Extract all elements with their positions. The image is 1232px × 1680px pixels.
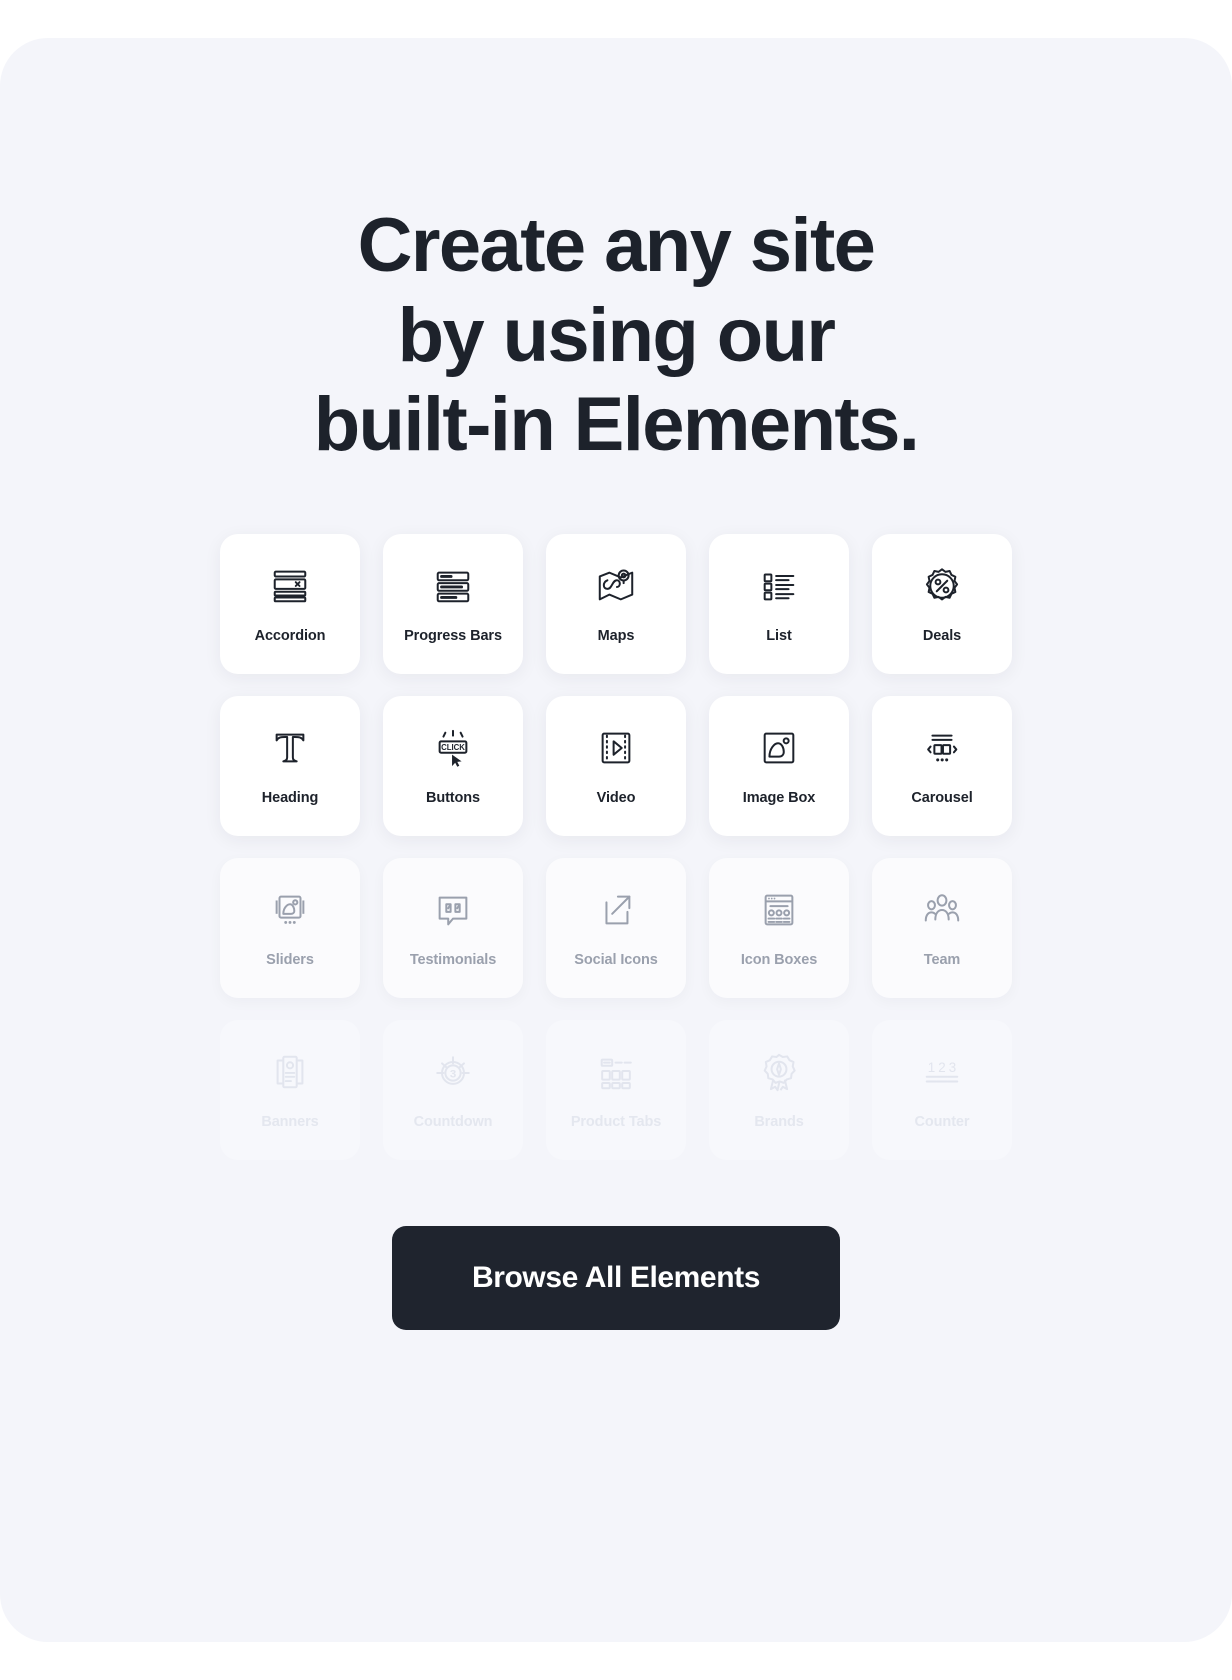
heading-icon xyxy=(268,726,312,770)
element-card-label: Progress Bars xyxy=(404,628,502,645)
brands-badge-icon xyxy=(757,1050,801,1094)
element-card-label: Maps xyxy=(597,628,635,645)
element-card-label: Social Icons xyxy=(574,952,658,969)
element-card-label: Banners xyxy=(261,1114,319,1131)
element-card-label: Image Box xyxy=(742,790,816,807)
team-people-icon xyxy=(920,888,964,932)
element-card-label: Carousel xyxy=(911,790,973,807)
element-card-label: Icon Boxes xyxy=(740,952,818,969)
maps-icon xyxy=(594,564,638,608)
banners-icon xyxy=(268,1050,312,1094)
element-card-list[interactable]: List xyxy=(709,534,849,675)
icon-boxes-icon xyxy=(757,888,801,932)
element-card-brands[interactable]: Brands xyxy=(709,1020,849,1161)
element-card-heading[interactable]: Heading xyxy=(220,696,360,837)
element-card-label: Sliders xyxy=(266,952,314,969)
cta-container: Browse All Elements xyxy=(0,1226,1232,1331)
element-card-team[interactable]: Team xyxy=(872,858,1012,999)
element-card-label: Product Tabs xyxy=(570,1114,662,1131)
element-card-banners[interactable]: Banners xyxy=(220,1020,360,1161)
element-card-label: Testimonials xyxy=(409,952,497,969)
element-card-label: Buttons xyxy=(425,790,481,807)
elements-section-panel: Create any site by using our built-in El… xyxy=(0,38,1232,1642)
element-card-label: Counter xyxy=(914,1114,970,1131)
accordion-icon xyxy=(268,564,312,608)
element-card-buttons[interactable]: Buttons xyxy=(383,696,523,837)
product-tabs-icon xyxy=(594,1050,638,1094)
element-card-countdown[interactable]: Countdown xyxy=(383,1020,523,1161)
list-icon xyxy=(757,564,801,608)
carousel-icon xyxy=(920,726,964,770)
counter-123-icon xyxy=(920,1050,964,1094)
image-box-icon xyxy=(757,726,801,770)
element-card-label: Accordion xyxy=(254,628,326,645)
countdown-icon xyxy=(431,1050,475,1094)
page-title-line-3: built-in Elements. xyxy=(313,382,920,468)
element-card-label: List xyxy=(766,628,792,645)
element-card-accordion[interactable]: Accordion xyxy=(220,534,360,675)
page-title-line-1: Create any site xyxy=(357,203,876,288)
element-card-social-icons[interactable]: Social Icons xyxy=(546,858,686,999)
element-card-label: Countdown xyxy=(413,1114,493,1131)
element-card-testimonials[interactable]: Testimonials xyxy=(383,858,523,999)
social-icons-external-link-icon xyxy=(594,888,638,932)
element-card-counter[interactable]: Counter xyxy=(872,1020,1012,1161)
sliders-icon xyxy=(268,888,312,932)
element-card-image-box[interactable]: Image Box xyxy=(709,696,849,837)
page-title: Create any site by using our built-in El… xyxy=(313,201,920,470)
element-card-carousel[interactable]: Carousel xyxy=(872,696,1012,837)
element-card-maps[interactable]: Maps xyxy=(546,534,686,675)
testimonials-quote-icon xyxy=(431,888,475,932)
element-card-icon-boxes[interactable]: Icon Boxes xyxy=(709,858,849,999)
elements-grid: Accordion Progress Bars Maps List Deals Headi… xyxy=(220,534,1012,1161)
element-card-sliders[interactable]: Sliders xyxy=(220,858,360,999)
page-title-line-2: by using our xyxy=(397,292,836,378)
element-card-deals[interactable]: Deals xyxy=(872,534,1012,675)
element-card-label: Brands xyxy=(754,1114,804,1131)
buttons-click-icon xyxy=(431,726,475,770)
element-card-video[interactable]: Video xyxy=(546,696,686,837)
element-card-label: Deals xyxy=(922,628,962,645)
page-root: Create any site by using our built-in El… xyxy=(0,0,1232,1680)
browse-all-elements-button[interactable]: Browse All Elements xyxy=(392,1226,840,1331)
progress-bars-icon xyxy=(431,564,475,608)
video-icon xyxy=(594,726,638,770)
element-card-progress-bars[interactable]: Progress Bars xyxy=(383,534,523,675)
element-card-label: Team xyxy=(923,952,961,969)
element-card-label: Video xyxy=(596,790,636,807)
deals-icon xyxy=(920,564,964,608)
element-card-label: Heading xyxy=(261,790,319,807)
element-card-product-tabs[interactable]: Product Tabs xyxy=(546,1020,686,1161)
